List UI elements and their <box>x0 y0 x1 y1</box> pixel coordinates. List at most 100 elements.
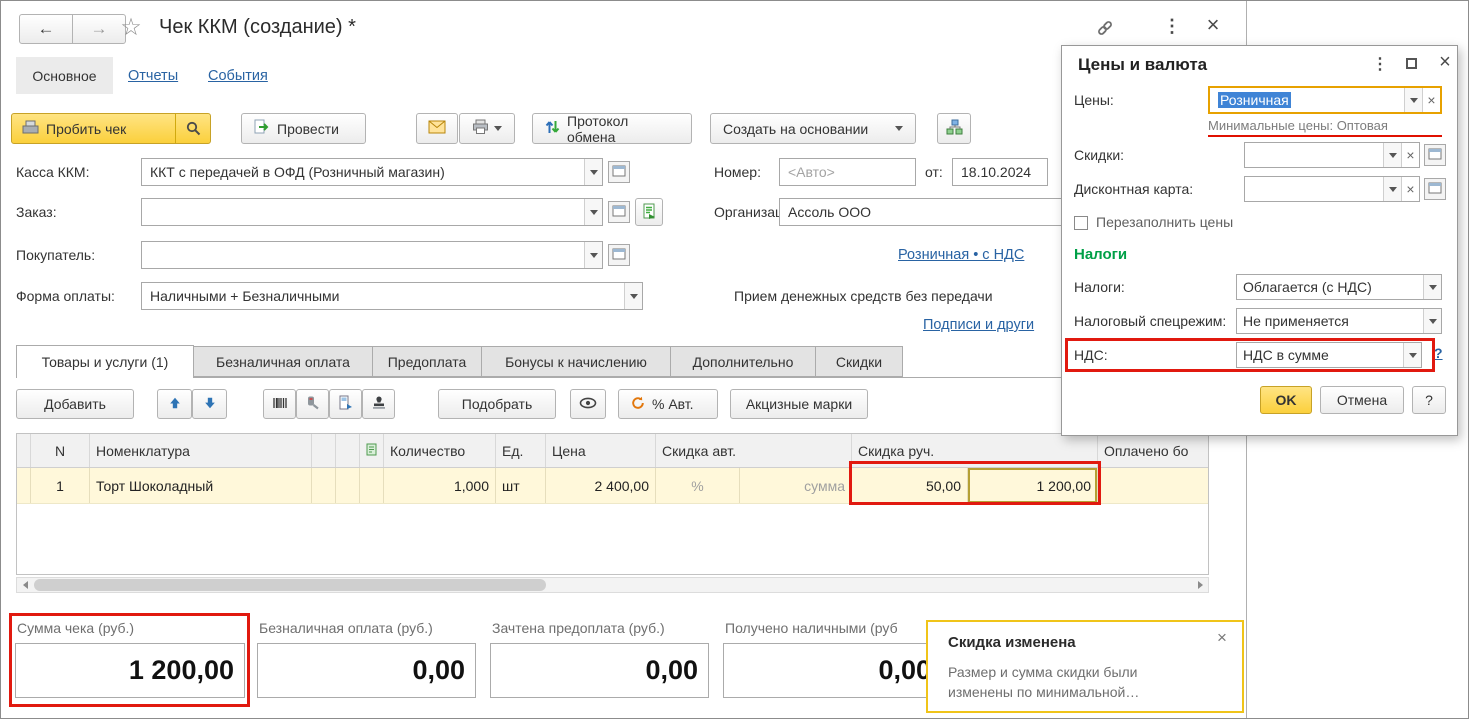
exchange-protocol-button[interactable]: Протокол обмена <box>532 113 692 144</box>
col-qty[interactable]: Количество <box>384 434 496 467</box>
structure-button[interactable] <box>937 113 971 144</box>
section-tab-discounts[interactable]: Скидки <box>815 346 903 377</box>
favorite-star-icon[interactable]: ☆ <box>117 13 145 41</box>
col-paid[interactable]: Оплачено бо <box>1098 434 1208 467</box>
kassa-open-button[interactable] <box>608 161 630 183</box>
copy-link-icon[interactable] <box>1094 17 1116 39</box>
cell-disc-manual-sum[interactable]: 1 200,00 <box>968 468 1098 503</box>
more-menu-icon[interactable]: ⋮ <box>1161 14 1183 38</box>
move-down-button[interactable] <box>192 389 227 419</box>
fiscal-search-icon[interactable] <box>175 114 210 143</box>
data-terminal-button[interactable] <box>329 389 362 419</box>
fill-from-order-button[interactable] <box>635 198 663 226</box>
discount-card-dropdown-icon[interactable] <box>1383 177 1401 201</box>
buyer-open-button[interactable] <box>608 244 630 266</box>
col-n[interactable]: N <box>31 434 90 467</box>
cell-unit[interactable]: шт <box>496 468 546 503</box>
taxes-select[interactable]: Облагается (с НДС) <box>1236 274 1442 300</box>
discount-card-input[interactable]: × <box>1244 176 1420 202</box>
number-input[interactable]: <Авто> <box>779 158 916 186</box>
create-based-on-button[interactable]: Создать на основании <box>710 113 916 144</box>
vat-help-link[interactable]: ? <box>1434 345 1443 361</box>
vat-select[interactable]: НДС в сумме <box>1236 342 1422 368</box>
section-tab-bonus[interactable]: Бонусы к начислению <box>481 346 671 377</box>
punch-check-button[interactable]: Пробить чек <box>11 113 211 144</box>
discount-card-clear-icon[interactable]: × <box>1401 177 1419 201</box>
scrollbar-thumb[interactable] <box>34 579 546 591</box>
barcode-button[interactable] <box>263 389 296 419</box>
prices-dropdown-icon[interactable] <box>1404 88 1422 112</box>
cell-disc-auto-sum[interactable]: сумма <box>740 468 852 503</box>
payment-form-value: Наличными + Безналичными <box>142 288 624 304</box>
tab-main[interactable]: Основное <box>16 57 113 94</box>
add-row-button[interactable]: Добавить <box>16 389 134 419</box>
col-disc-manual[interactable]: Скидка руч. <box>852 434 1098 467</box>
tax-regime-select[interactable]: Не применяется <box>1236 308 1442 334</box>
table-header-row: N Номенклатура Количество Ед. Цена Скидк… <box>17 434 1208 468</box>
col-nomenclature[interactable]: Номенклатура <box>90 434 312 467</box>
email-button[interactable] <box>416 113 458 144</box>
taxes-section-header: Налоги <box>1074 246 1127 263</box>
discounts-dropdown-icon[interactable] <box>1383 143 1401 167</box>
section-tab-goods[interactable]: Товары и услуги (1) <box>16 345 194 378</box>
kassa-value: ККТ с передачей в ОФД (Розничный магазин… <box>142 164 584 180</box>
col-price[interactable]: Цена <box>546 434 656 467</box>
view-button[interactable] <box>570 389 606 419</box>
scroll-left-icon[interactable] <box>17 578 33 592</box>
section-tab-cashless[interactable]: Безналичная оплата <box>193 346 373 377</box>
col-unit[interactable]: Ед. <box>496 434 546 467</box>
prices-input[interactable]: Розничная × <box>1208 86 1442 114</box>
dialog-maximize-icon[interactable] <box>1406 58 1417 69</box>
kassa-input[interactable]: ККТ с передачей в ОФД (Розничный магазин… <box>141 158 603 186</box>
order-input[interactable] <box>141 198 603 226</box>
cell-disc-manual-pct[interactable]: 50,00 <box>852 468 968 503</box>
scanner-button[interactable] <box>296 389 329 419</box>
cancel-button[interactable]: Отмена <box>1320 386 1404 414</box>
excise-marks-button[interactable]: Акцизные марки <box>730 389 868 419</box>
auto-discount-button[interactable]: % Авт. <box>618 389 718 419</box>
section-tab-prepay[interactable]: Предоплата <box>372 346 482 377</box>
dialog-more-icon[interactable]: ⋮ <box>1370 53 1390 75</box>
payment-form-input[interactable]: Наличными + Безналичными <box>141 282 643 310</box>
kassa-dropdown-icon[interactable] <box>584 159 602 185</box>
scroll-right-icon[interactable] <box>1192 578 1208 592</box>
print-button[interactable] <box>459 113 515 144</box>
ok-button[interactable]: OK <box>1260 386 1312 414</box>
post-button[interactable]: Провести <box>241 113 366 144</box>
order-dropdown-icon[interactable] <box>584 199 602 225</box>
dialog-help-button[interactable]: ? <box>1412 386 1446 414</box>
window-close-icon[interactable]: × <box>1201 12 1225 38</box>
move-up-button[interactable] <box>157 389 192 419</box>
cell-paid[interactable] <box>1098 468 1208 503</box>
back-button[interactable]: ← <box>19 14 73 44</box>
cell-price[interactable]: 2 400,00 <box>546 468 656 503</box>
stamp-button[interactable] <box>362 389 395 419</box>
discounts-clear-icon[interactable]: × <box>1401 143 1419 167</box>
price-type-link[interactable]: Розничная • с НДС <box>898 247 1024 263</box>
tab-reports[interactable]: Отчеты <box>128 68 178 84</box>
section-tab-extra[interactable]: Дополнительно <box>670 346 816 377</box>
cell-nomenclature[interactable]: Торт Шоколадный <box>90 468 312 503</box>
cell-qty[interactable]: 1,000 <box>384 468 496 503</box>
horizontal-scrollbar[interactable] <box>16 577 1209 593</box>
order-open-button[interactable] <box>608 201 630 223</box>
signatures-link[interactable]: Подписи и други <box>923 317 1034 333</box>
payment-dropdown-icon[interactable] <box>624 283 642 309</box>
discount-card-open-button[interactable] <box>1424 178 1446 200</box>
date-input[interactable]: 18.10.2024 <box>952 158 1048 186</box>
tab-events[interactable]: События <box>208 68 268 84</box>
discounts-input[interactable]: × <box>1244 142 1420 168</box>
dialog-close-icon[interactable]: × <box>1434 50 1456 74</box>
buyer-input[interactable] <box>141 241 603 269</box>
col-disc-auto[interactable]: Скидка авт. <box>656 434 852 467</box>
table-row[interactable]: 1 Торт Шоколадный 1,000 шт 2 400,00 % су… <box>17 468 1208 504</box>
refresh-icon <box>631 396 645 413</box>
refill-prices-checkbox[interactable] <box>1074 216 1088 230</box>
buyer-dropdown-icon[interactable] <box>584 242 602 268</box>
cell-disc-auto-pct[interactable]: % <box>656 468 740 503</box>
prices-clear-icon[interactable]: × <box>1422 88 1440 112</box>
discounts-open-button[interactable] <box>1424 144 1446 166</box>
total-prepaid-value: 0,00 <box>490 643 709 698</box>
toast-close-icon[interactable]: × <box>1212 628 1232 648</box>
pick-button[interactable]: Подобрать <box>438 389 556 419</box>
